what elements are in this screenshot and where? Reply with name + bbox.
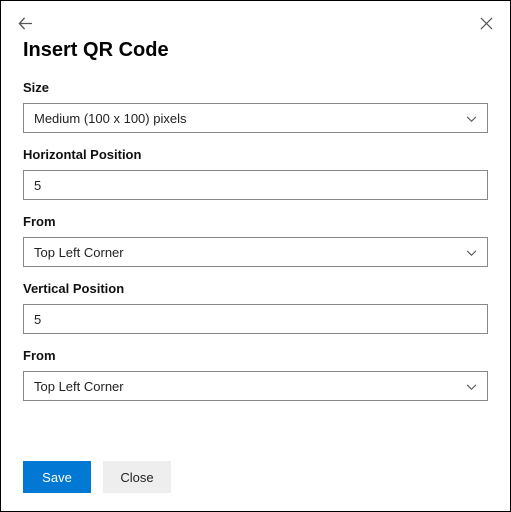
arrow-left-icon: [18, 16, 33, 31]
size-value: Medium (100 x 100) pixels: [34, 111, 186, 126]
vertical-from-select[interactable]: Top Left Corner: [23, 371, 488, 401]
horizontal-position-value: 5: [34, 178, 41, 193]
insert-qr-code-dialog: Insert QR Code Size Medium (100 x 100) p…: [0, 0, 511, 512]
chevron-down-icon: [466, 245, 477, 260]
vertical-from-value: Top Left Corner: [34, 379, 124, 394]
dialog-footer: Save Close: [23, 461, 488, 493]
vertical-position-value: 5: [34, 312, 41, 327]
close-button[interactable]: Close: [103, 461, 171, 493]
save-button[interactable]: Save: [23, 461, 91, 493]
close-dialog-button[interactable]: [476, 13, 496, 33]
horizontal-from-value: Top Left Corner: [34, 245, 124, 260]
chevron-down-icon: [466, 379, 477, 394]
vertical-position-input[interactable]: 5: [23, 304, 488, 334]
horizontal-from-label: From: [23, 214, 488, 229]
horizontal-position-label: Horizontal Position: [23, 147, 488, 162]
size-label: Size: [23, 80, 488, 95]
vertical-position-label: Vertical Position: [23, 281, 488, 296]
vertical-from-label: From: [23, 348, 488, 363]
dialog-title: Insert QR Code: [23, 39, 488, 62]
size-select[interactable]: Medium (100 x 100) pixels: [23, 103, 488, 133]
close-icon: [480, 17, 493, 30]
horizontal-position-input[interactable]: 5: [23, 170, 488, 200]
horizontal-from-select[interactable]: Top Left Corner: [23, 237, 488, 267]
chevron-down-icon: [466, 111, 477, 126]
back-button[interactable]: [15, 13, 35, 33]
dialog-titlebar: [15, 13, 496, 33]
